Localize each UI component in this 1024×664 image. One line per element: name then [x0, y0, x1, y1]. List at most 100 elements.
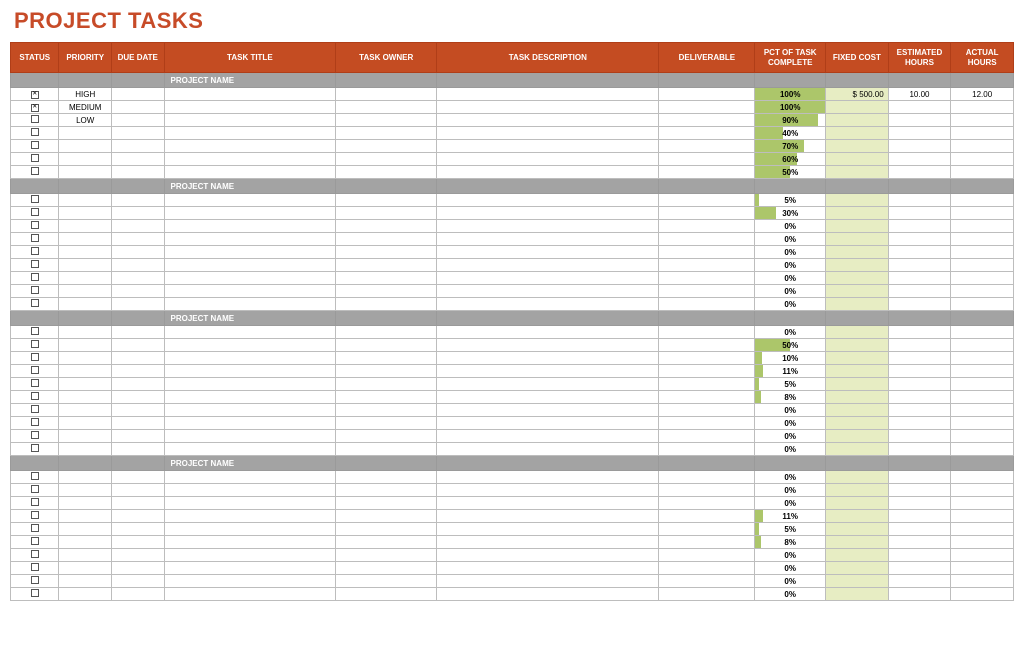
task-title-cell[interactable] [164, 391, 336, 404]
pct-complete-cell[interactable]: 11% [755, 365, 826, 378]
fixed-cost-cell[interactable] [826, 443, 889, 456]
act-hours-cell[interactable] [951, 114, 1014, 127]
task-desc-cell[interactable] [437, 417, 659, 430]
priority-cell[interactable] [59, 272, 112, 285]
due-date-cell[interactable] [111, 339, 164, 352]
task-title-cell[interactable] [164, 471, 336, 484]
deliverable-cell[interactable] [659, 326, 755, 339]
est-hours-cell[interactable]: 10.00 [888, 88, 951, 101]
fixed-cost-cell[interactable] [826, 536, 889, 549]
deliverable-cell[interactable] [659, 497, 755, 510]
deliverable-cell[interactable] [659, 220, 755, 233]
act-hours-cell[interactable] [951, 471, 1014, 484]
est-hours-cell[interactable] [888, 510, 951, 523]
task-desc-cell[interactable] [437, 443, 659, 456]
fixed-cost-cell[interactable] [826, 510, 889, 523]
act-hours-cell[interactable] [951, 233, 1014, 246]
act-hours-cell[interactable] [951, 443, 1014, 456]
pct-complete-cell[interactable]: 60% [755, 153, 826, 166]
deliverable-cell[interactable] [659, 365, 755, 378]
est-hours-cell[interactable] [888, 378, 951, 391]
deliverable-cell[interactable] [659, 140, 755, 153]
act-hours-cell[interactable] [951, 536, 1014, 549]
est-hours-cell[interactable] [888, 220, 951, 233]
fixed-cost-cell[interactable] [826, 365, 889, 378]
task-owner-cell[interactable] [336, 140, 437, 153]
est-hours-cell[interactable] [888, 588, 951, 601]
est-hours-cell[interactable] [888, 207, 951, 220]
task-title-cell[interactable] [164, 562, 336, 575]
task-title-cell[interactable] [164, 549, 336, 562]
fixed-cost-cell[interactable] [826, 153, 889, 166]
task-owner-cell[interactable] [336, 298, 437, 311]
task-owner-cell[interactable] [336, 562, 437, 575]
task-title-cell[interactable] [164, 484, 336, 497]
deliverable-cell[interactable] [659, 298, 755, 311]
deliverable-cell[interactable] [659, 562, 755, 575]
est-hours-cell[interactable] [888, 484, 951, 497]
est-hours-cell[interactable] [888, 233, 951, 246]
status-checkbox[interactable] [31, 366, 39, 374]
act-hours-cell[interactable] [951, 272, 1014, 285]
task-desc-cell[interactable] [437, 510, 659, 523]
pct-complete-cell[interactable]: 8% [755, 536, 826, 549]
fixed-cost-cell[interactable] [826, 140, 889, 153]
task-title-cell[interactable] [164, 588, 336, 601]
pct-complete-cell[interactable]: 0% [755, 417, 826, 430]
fixed-cost-cell[interactable] [826, 352, 889, 365]
pct-complete-cell[interactable]: 90% [755, 114, 826, 127]
deliverable-cell[interactable] [659, 417, 755, 430]
status-checkbox[interactable] [31, 221, 39, 229]
due-date-cell[interactable] [111, 153, 164, 166]
pct-complete-cell[interactable]: 5% [755, 194, 826, 207]
due-date-cell[interactable] [111, 471, 164, 484]
status-checkbox[interactable] [31, 104, 39, 112]
fixed-cost-cell[interactable] [826, 298, 889, 311]
deliverable-cell[interactable] [659, 471, 755, 484]
task-title-cell[interactable] [164, 207, 336, 220]
act-hours-cell[interactable] [951, 352, 1014, 365]
fixed-cost-cell[interactable] [826, 484, 889, 497]
pct-complete-cell[interactable]: 0% [755, 404, 826, 417]
deliverable-cell[interactable] [659, 523, 755, 536]
task-owner-cell[interactable] [336, 417, 437, 430]
task-title-cell[interactable] [164, 378, 336, 391]
act-hours-cell[interactable] [951, 562, 1014, 575]
status-checkbox[interactable] [31, 299, 39, 307]
due-date-cell[interactable] [111, 365, 164, 378]
pct-complete-cell[interactable]: 0% [755, 430, 826, 443]
task-desc-cell[interactable] [437, 285, 659, 298]
due-date-cell[interactable] [111, 246, 164, 259]
due-date-cell[interactable] [111, 497, 164, 510]
fixed-cost-cell[interactable] [826, 430, 889, 443]
est-hours-cell[interactable] [888, 339, 951, 352]
task-desc-cell[interactable] [437, 153, 659, 166]
pct-complete-cell[interactable]: 0% [755, 484, 826, 497]
task-owner-cell[interactable] [336, 497, 437, 510]
task-desc-cell[interactable] [437, 562, 659, 575]
status-checkbox[interactable] [31, 208, 39, 216]
status-checkbox[interactable] [31, 379, 39, 387]
est-hours-cell[interactable] [888, 140, 951, 153]
act-hours-cell[interactable] [951, 549, 1014, 562]
task-desc-cell[interactable] [437, 101, 659, 114]
priority-cell[interactable] [59, 471, 112, 484]
deliverable-cell[interactable] [659, 404, 755, 417]
task-owner-cell[interactable] [336, 549, 437, 562]
status-checkbox[interactable] [31, 563, 39, 571]
deliverable-cell[interactable] [659, 153, 755, 166]
act-hours-cell[interactable] [951, 194, 1014, 207]
est-hours-cell[interactable] [888, 365, 951, 378]
act-hours-cell[interactable] [951, 497, 1014, 510]
deliverable-cell[interactable] [659, 536, 755, 549]
status-checkbox[interactable] [31, 524, 39, 532]
pct-complete-cell[interactable]: 5% [755, 523, 826, 536]
priority-cell[interactable] [59, 588, 112, 601]
status-checkbox[interactable] [31, 91, 39, 99]
pct-complete-cell[interactable]: 70% [755, 140, 826, 153]
task-title-cell[interactable] [164, 233, 336, 246]
est-hours-cell[interactable] [888, 101, 951, 114]
deliverable-cell[interactable] [659, 166, 755, 179]
task-title-cell[interactable] [164, 298, 336, 311]
priority-cell[interactable] [59, 430, 112, 443]
